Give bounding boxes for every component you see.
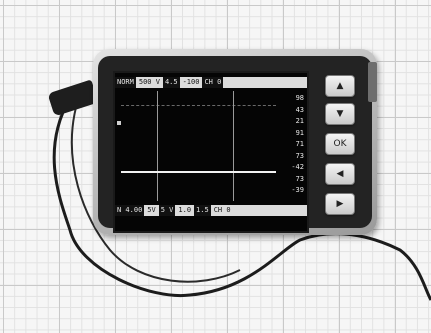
top-status-bar: NORM 500 V 4.5 -100 CH 0 <box>115 77 307 88</box>
top-bar-mode: NORM <box>115 77 136 88</box>
readout: 43 <box>295 105 304 114</box>
readout: 71 <box>295 140 304 148</box>
readout: 91 <box>295 128 304 137</box>
up-arrow-icon: ▲ <box>336 81 344 91</box>
readout: 98 <box>295 94 304 102</box>
bottom-bar-time: N 4.00 <box>115 205 145 216</box>
readout: -42 <box>291 163 304 171</box>
top-bar-value: 4.5 <box>162 77 180 88</box>
left-arrow-icon: ◀ <box>336 169 344 179</box>
waveform-plot <box>117 91 276 201</box>
ok-button[interactable]: OK <box>325 133 355 155</box>
readout: 73 <box>295 151 304 160</box>
waveform-trace <box>121 171 276 173</box>
side-port <box>368 62 377 102</box>
left-button[interactable]: ◀ <box>325 163 355 185</box>
readout: 73 <box>295 174 304 183</box>
down-arrow-icon: ▼ <box>336 109 344 119</box>
photo-scene: NORM 500 V 4.5 -100 CH 0 98 43 21 91 71 73 -… <box>0 0 431 333</box>
bottom-bar-volt1: 5V <box>147 206 156 214</box>
bottom-bar-value1: 1.0 <box>178 206 192 214</box>
ok-label: OK <box>333 139 347 149</box>
bottom-bar-value2: 1.5 <box>194 205 211 216</box>
readout: -39 <box>291 186 304 194</box>
oscilloscope-screen: NORM 500 V 4.5 -100 CH 0 98 43 21 91 71 73 -… <box>113 71 309 233</box>
trigger-marker <box>117 121 121 125</box>
right-arrow-icon: ▶ <box>336 199 344 209</box>
grid-line <box>233 91 234 201</box>
bottom-bar-channel: CH 0 <box>213 206 231 214</box>
readout: 21 <box>295 117 304 125</box>
up-button[interactable]: ▲ <box>325 75 355 97</box>
right-button[interactable]: ▶ <box>325 193 355 215</box>
grid-line <box>121 105 276 106</box>
bottom-status-bar: N 4.00 5V 5 V 1.0 1.5 CH 0 <box>115 205 307 216</box>
top-bar-scale: 500 V <box>138 78 160 86</box>
measurement-column: 98 43 21 91 71 73 -42 73 -39 <box>280 93 304 197</box>
top-bar-offset: -100 <box>182 78 200 86</box>
bottom-bar-volt2: 5 V <box>158 205 176 216</box>
grid-line <box>157 91 158 201</box>
top-bar-channel: CH 0 <box>202 77 224 88</box>
down-button[interactable]: ▼ <box>325 103 355 125</box>
